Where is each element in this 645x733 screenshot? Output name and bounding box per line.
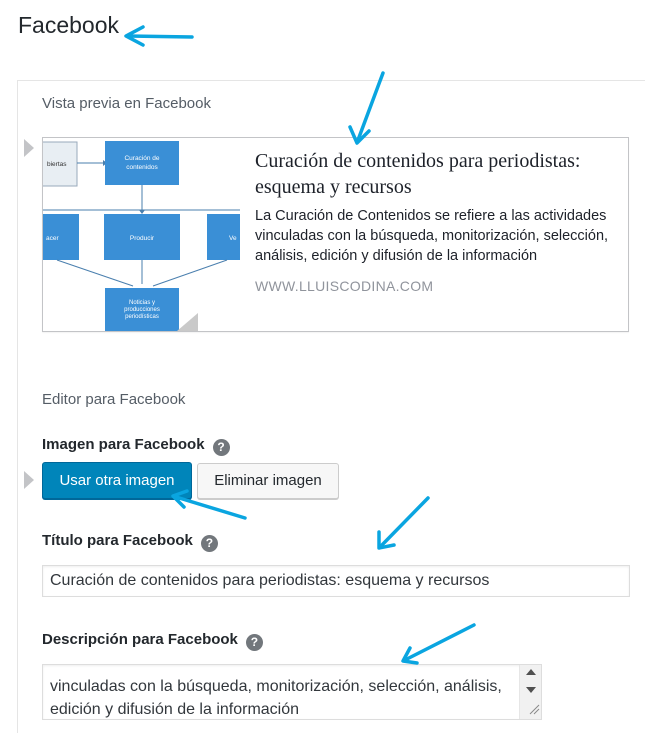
preview-description: La Curación de Contenidos se refiere a l… (255, 208, 609, 264)
preview-image: biertas Curación de contenidos acer Produ… (43, 138, 240, 331)
help-icon[interactable]: ? (200, 535, 218, 552)
description-field-label-text: Descripción para Facebook (42, 631, 238, 648)
help-icon[interactable]: ? (212, 439, 230, 456)
diagram-label-center: Producir (130, 235, 155, 242)
textarea-scrollbar[interactable] (519, 665, 541, 719)
diagram-label-bottom: Noticias y producciones periodísticas (124, 300, 160, 320)
title-field-label-text: Título para Facebook (42, 532, 193, 549)
use-other-image-button[interactable]: Usar otra imagen (42, 462, 192, 499)
remove-image-button[interactable]: Eliminar imagen (197, 463, 339, 499)
image-field-label: Imagen para Facebook? (42, 436, 230, 456)
facebook-preview-card[interactable]: biertas Curación de contenidos acer Produ… (42, 137, 629, 332)
arrow-to-title-icon (124, 25, 194, 47)
scroll-down-icon[interactable] (526, 687, 536, 693)
facebook-title-input[interactable]: Curación de contenidos para periodistas:… (42, 565, 630, 597)
facebook-description-textarea[interactable]: vinculadas con la búsqueda, monitorizaci… (42, 664, 542, 720)
preview-url: WWW.LLUISCODINA.COM (255, 278, 434, 294)
section-title: Facebook (18, 12, 120, 38)
preview-title: Curación de contenidos para periodistas:… (255, 150, 581, 198)
help-icon[interactable]: ? (245, 634, 263, 651)
preview-label: Vista previa en Facebook (42, 95, 211, 112)
image-toggle-caret-icon[interactable] (24, 471, 34, 489)
preview-text-block: Curación de contenidos para periodistas:… (255, 148, 615, 294)
resize-handle-icon[interactable] (528, 703, 540, 715)
editor-label: Editor para Facebook (42, 391, 186, 408)
diagram-label-top-left: biertas (47, 161, 67, 168)
title-field-label: Título para Facebook? (42, 532, 218, 552)
diagram-label-left: acer (46, 235, 59, 242)
diagram-thumbnail: biertas Curación de contenidos acer Produ… (43, 141, 240, 331)
preview-toggle-caret-icon[interactable] (24, 139, 34, 157)
scroll-up-icon[interactable] (526, 669, 536, 675)
image-field-label-text: Imagen para Facebook (42, 436, 205, 453)
diagram-label-right: Ve (229, 235, 237, 242)
description-field-label: Descripción para Facebook? (42, 631, 263, 651)
